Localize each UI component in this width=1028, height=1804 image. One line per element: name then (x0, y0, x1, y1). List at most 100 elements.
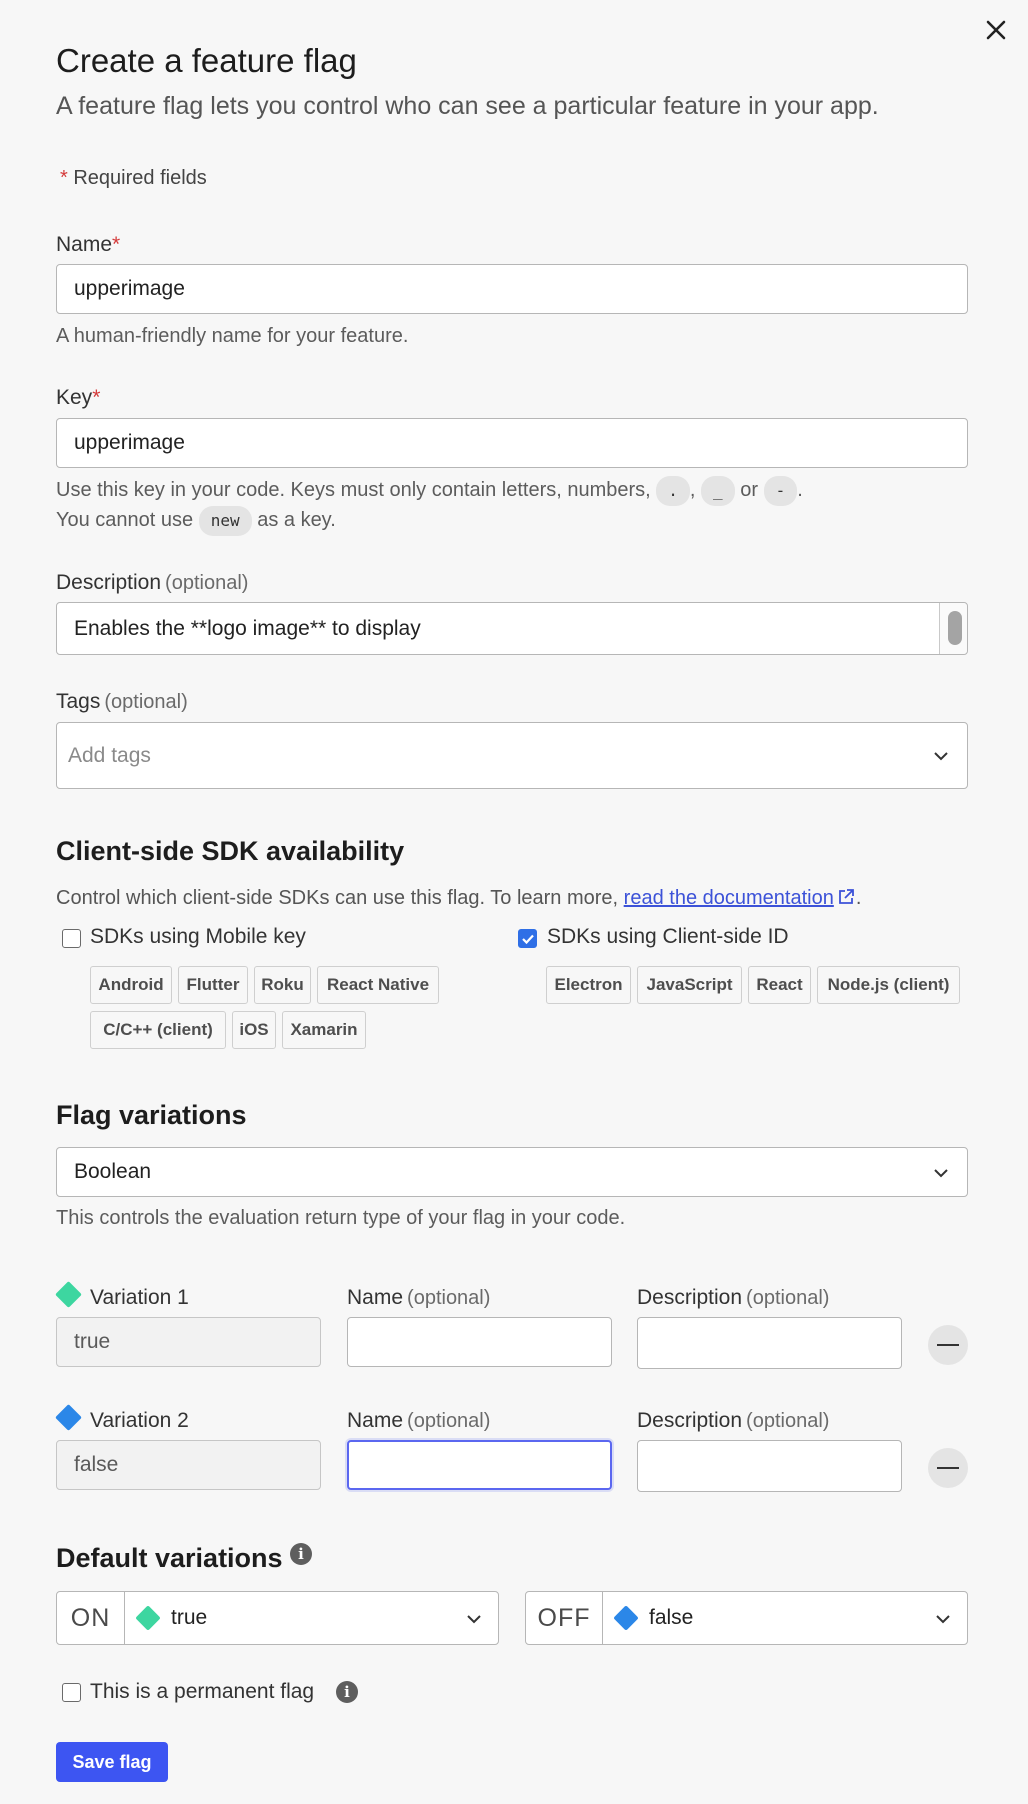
documentation-link[interactable]: read the documentation (624, 887, 834, 909)
chevron-down-icon (934, 1169, 948, 1178)
description-textarea[interactable]: Enables the **logo image** to display (56, 602, 968, 655)
page-subtitle: A feature flag lets you control who can … (56, 92, 879, 120)
info-icon[interactable]: i (290, 1543, 312, 1565)
key-input-value: upperimage (74, 431, 185, 454)
default-off-select[interactable]: OFF false (525, 1591, 968, 1645)
required-star: * (60, 167, 68, 189)
tags-select[interactable]: Add tags (56, 722, 968, 789)
key-help: Use this key in your code. Keys must onl… (56, 475, 803, 506)
close-icon (986, 20, 1006, 40)
variation-1-name-input[interactable] (347, 1317, 612, 1367)
name-input[interactable]: upperimage (56, 264, 968, 314)
name-label-text: Name (56, 233, 113, 256)
key-help-text: Use this key in your code. Keys must onl… (56, 479, 651, 501)
permanent-flag-checkbox[interactable] (62, 1683, 81, 1702)
name-input-value: upperimage (74, 277, 185, 300)
sdk-help-period: . (855, 887, 862, 909)
key-help-comma: , (689, 479, 696, 501)
variation-2-desc-optional: (optional) (746, 1410, 830, 1432)
sdk-chip-react-native: React Native (317, 966, 439, 1004)
sdk-chip-react: React (748, 966, 811, 1004)
name-help: A human-friendly name for your feature. (56, 325, 409, 347)
remove-variation-2-button[interactable] (928, 1448, 968, 1488)
variation-1-name-optional: (optional) (407, 1287, 491, 1309)
mobile-key-checkbox[interactable] (62, 929, 81, 948)
client-side-id-label: SDKs using Client-side ID (547, 925, 789, 948)
chip-new: new (198, 505, 252, 536)
permanent-info-icon[interactable]: i (336, 1681, 358, 1703)
variation-1-description-label: Description (optional) (637, 1286, 829, 1310)
required-fields-text: Required fields (73, 167, 207, 189)
default-on-value-text: true (171, 1606, 208, 1629)
variation-2-value: false (74, 1453, 119, 1476)
sdk-chip-nodejs-client: Node.js (client) (817, 966, 960, 1004)
sdk-chip-roku: Roku (254, 966, 311, 1004)
mobile-key-label: SDKs using Mobile key (90, 925, 306, 948)
tags-label-text: Tags (56, 690, 101, 713)
variation-1-name-label-text: Name (347, 1286, 404, 1309)
remove-variation-1-button[interactable] (928, 1325, 968, 1365)
variation-1-description-input[interactable] (637, 1317, 902, 1369)
default-on-select[interactable]: ON true (56, 1591, 499, 1645)
key-help2-text: You cannot use (56, 509, 194, 531)
chip-dot: . (656, 475, 690, 506)
variation-type-value: Boolean (74, 1160, 152, 1183)
sdk-chip-javascript: JavaScript (637, 966, 742, 1004)
false-diamond-icon (613, 1605, 639, 1631)
variation-2-value-input: false (56, 1440, 321, 1490)
key-required-star: * (92, 386, 101, 409)
sdk-chip-electron: Electron (546, 966, 631, 1004)
external-link-icon (838, 889, 854, 904)
sdk-section-title: Client-side SDK availability (56, 836, 405, 866)
description-label: Description (optional) (56, 571, 248, 595)
variation-1-label: Variation 1 (90, 1286, 189, 1309)
name-required-star: * (112, 233, 121, 256)
default-off-value-text: false (649, 1606, 694, 1629)
key-input[interactable]: upperimage (56, 418, 968, 468)
close-button[interactable] (980, 14, 1012, 46)
default-on-label: ON (57, 1592, 125, 1644)
default-variations-title: Default variations (56, 1543, 283, 1573)
variations-section-title: Flag variations (56, 1100, 247, 1130)
tags-label: Tags (optional) (56, 690, 188, 714)
required-fields-note: * Required fields (60, 167, 207, 190)
sdk-chip-flutter: Flutter (178, 966, 248, 1004)
variation-2-description-input[interactable] (637, 1440, 902, 1492)
sdk-help: Control which client-side SDKs can use t… (56, 887, 861, 910)
chip-dash: - (763, 475, 798, 506)
variation-1-value-input: true (56, 1317, 321, 1367)
key-label-text: Key (56, 386, 93, 409)
variation-type-select[interactable]: Boolean (56, 1147, 968, 1197)
chip-underscore: _ (701, 475, 735, 506)
tags-optional: (optional) (104, 691, 188, 713)
key-help2-end: as a key. (257, 509, 336, 531)
variation-1-value: true (74, 1330, 111, 1353)
key-help-2: You cannot use new as a key. (56, 505, 336, 536)
description-label-text: Description (56, 571, 162, 594)
chevron-down-icon (934, 752, 948, 761)
variation-2-name-optional: (optional) (407, 1410, 491, 1432)
client-side-id-checkbox[interactable] (518, 929, 537, 948)
variations-help: This controls the evaluation return type… (56, 1207, 626, 1229)
chevron-down-icon (936, 1615, 950, 1624)
scrollbar-thumb[interactable] (948, 611, 962, 645)
minus-icon (937, 1466, 959, 1470)
variation-2-name-input[interactable] (347, 1440, 612, 1490)
permanent-flag-label: This is a permanent flag (90, 1680, 315, 1703)
name-label: Name* (56, 233, 120, 257)
default-on-value: true (125, 1592, 498, 1644)
page-title: Create a feature flag (56, 42, 357, 79)
variation-2-description-label: Description (optional) (637, 1409, 829, 1433)
chevron-down-icon (467, 1615, 481, 1624)
minus-icon (937, 1343, 959, 1347)
variation-2-label: Variation 2 (90, 1409, 189, 1432)
variation-2-name-label-text: Name (347, 1409, 404, 1432)
description-scrollbar[interactable] (939, 603, 967, 654)
true-diamond-icon (135, 1605, 161, 1631)
save-flag-button[interactable]: Save flag (56, 1742, 168, 1782)
default-off-value: false (603, 1592, 967, 1644)
variation-1-diamond-icon (55, 1281, 82, 1308)
variation-2-name-label: Name (optional) (347, 1409, 490, 1433)
checkmark-icon (521, 934, 534, 944)
key-help-period: . (797, 479, 803, 501)
